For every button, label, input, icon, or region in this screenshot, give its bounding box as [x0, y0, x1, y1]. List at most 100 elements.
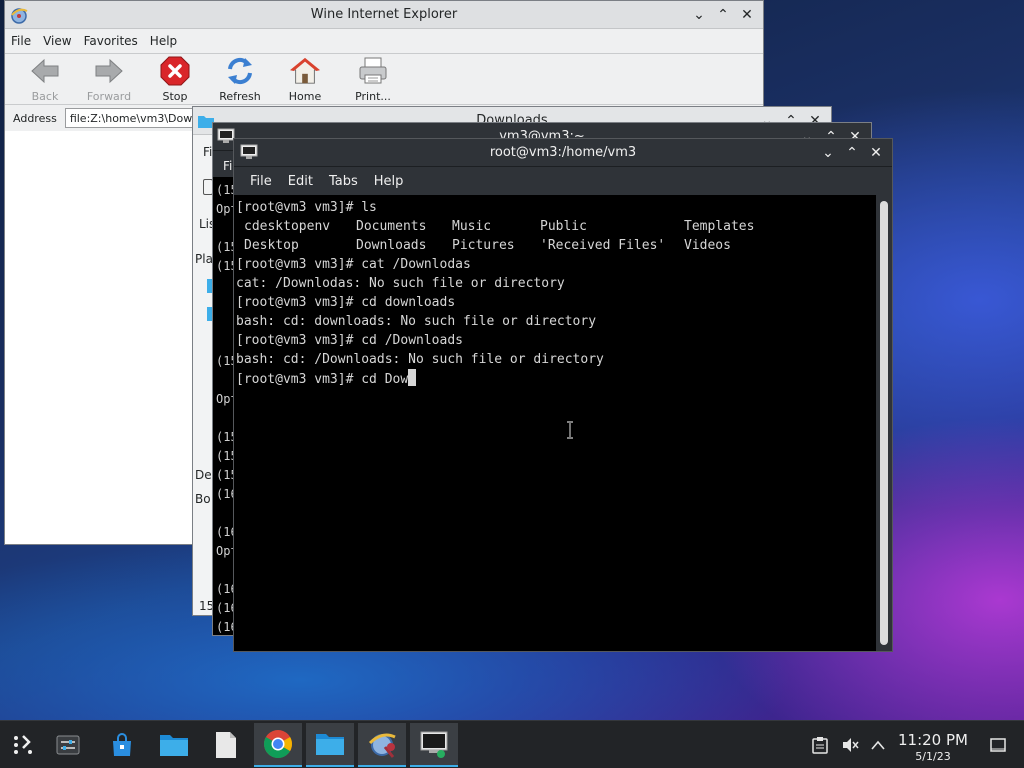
- settings-sliders-icon: [56, 735, 80, 755]
- prompt: [root@vm3 vm3]#: [236, 257, 362, 272]
- terminal-window[interactable]: root@vm3:/home/vm3 ⌄ ⌃ ✕ File Edit Tabs …: [233, 138, 893, 652]
- ie-toolbar: Back Forward Stop Refresh Home Print...: [5, 53, 763, 105]
- downloads-bookmarks-fragment: Bo: [195, 492, 211, 506]
- forward-label: Forward: [86, 90, 132, 103]
- terminal-input-line: [root@vm3 vm3]# cd Dow: [236, 369, 876, 388]
- back-arrow-icon: [31, 58, 59, 84]
- downloads-desktop-fragment[interactable]: De: [195, 468, 212, 482]
- terminal-screen[interactable]: [root@vm3 vm3]# ls cdesktopenv Documents…: [234, 195, 878, 651]
- terminal-menu-help[interactable]: Help: [366, 174, 412, 189]
- task-manager-launcher[interactable]: [44, 723, 92, 767]
- ls-entry: 'Received Files': [540, 238, 666, 253]
- ls-entry: Pictures: [452, 238, 515, 253]
- app-launcher-button[interactable]: [0, 723, 48, 767]
- wine-ie-task[interactable]: [358, 723, 406, 767]
- text-editor-launcher[interactable]: [202, 723, 250, 767]
- terminal-line: [root@vm3 vm3]# cd /Downloads: [236, 331, 876, 350]
- home-button[interactable]: Home: [275, 56, 335, 103]
- chevron-up-icon[interactable]: [868, 735, 888, 755]
- back-button[interactable]: Back: [15, 56, 75, 103]
- terminal-title: root@vm3:/home/vm3: [489, 145, 637, 160]
- stop-icon: [160, 56, 190, 86]
- terminal-menu-file[interactable]: File: [242, 174, 280, 189]
- error-output: bash: cd: /Downloads: No such file or di…: [236, 352, 604, 367]
- terminal-icon: [420, 731, 448, 758]
- refresh-icon: [228, 57, 252, 85]
- clock-time: 11:20 PM: [898, 731, 968, 749]
- prompt: [root@vm3 vm3]#: [236, 200, 362, 215]
- folder-icon: [160, 735, 188, 756]
- discover-launcher[interactable]: [98, 723, 146, 767]
- prompt: [root@vm3 vm3]#: [236, 372, 362, 387]
- current-command-input[interactable]: cd Dow: [361, 372, 408, 387]
- downloads-task[interactable]: [306, 723, 354, 767]
- taskbar: 11:20 PM 5/1/23: [0, 720, 1024, 768]
- downloads-menu-file[interactable]: Fi: [203, 145, 212, 159]
- command-text: cd downloads: [361, 295, 456, 310]
- terminal-menu-edit[interactable]: Edit: [280, 174, 321, 189]
- error-output: bash: cd: downloads: No such file or dir…: [236, 314, 597, 329]
- close-button[interactable]: ✕: [737, 5, 757, 25]
- term2-menu-file[interactable]: Fi: [223, 159, 232, 173]
- prompt: [root@vm3 vm3]#: [236, 333, 362, 348]
- refresh-button[interactable]: Refresh: [210, 56, 270, 103]
- stop-label: Stop: [162, 90, 188, 103]
- address-label: Address: [13, 111, 57, 125]
- desktop: Wine Internet Explorer ⌄ ⌃ ✕ File View F…: [0, 0, 1024, 720]
- ls-entry: Downloads: [356, 238, 427, 253]
- ls-entry: Desktop: [244, 238, 299, 253]
- prompt: [root@vm3 vm3]#: [236, 295, 362, 310]
- ie-titlebar[interactable]: Wine Internet Explorer ⌄ ⌃ ✕: [5, 1, 763, 29]
- forward-arrow-icon: [95, 58, 123, 84]
- terminal-titlebar[interactable]: root@vm3:/home/vm3 ⌄ ⌃ ✕: [234, 139, 892, 167]
- volume-muted-icon[interactable]: [840, 735, 860, 755]
- terminal-close-button[interactable]: ✕: [866, 143, 886, 163]
- wine-ie-icon: [368, 733, 396, 758]
- clipboard-icon[interactable]: [810, 735, 830, 755]
- terminal-scrollbar[interactable]: [876, 195, 892, 651]
- ls-output-row: Desktop Downloads Pictures 'Received Fil…: [236, 236, 876, 255]
- ie-title: Wine Internet Explorer: [310, 7, 458, 22]
- terminal-line: [root@vm3 vm3]# cat /Downlodas: [236, 255, 876, 274]
- store-bag-icon: [113, 733, 131, 756]
- document-icon: [216, 732, 236, 758]
- text-cursor: [408, 369, 417, 386]
- ls-entry: Music: [452, 219, 492, 234]
- command-text: ls: [361, 200, 377, 215]
- home-label: Home: [288, 90, 322, 103]
- ls-entry: Videos: [684, 238, 731, 253]
- ie-menubar: File View Favorites Help: [5, 30, 763, 52]
- command-text: cat /Downlodas: [361, 257, 471, 272]
- terminal-maximize-button[interactable]: ⌃: [842, 143, 862, 163]
- menu-file[interactable]: File: [11, 34, 31, 48]
- printer-icon: [359, 57, 387, 84]
- menu-help[interactable]: Help: [150, 34, 177, 48]
- terminal-line: [root@vm3 vm3]# ls: [236, 198, 876, 217]
- scrollbar-thumb[interactable]: [880, 201, 888, 645]
- terminal-minimize-button[interactable]: ⌄: [818, 143, 838, 163]
- folder-icon: [316, 734, 344, 755]
- minimize-button[interactable]: ⌄: [689, 5, 709, 25]
- clock-date: 5/1/23: [915, 750, 951, 763]
- ls-entry: Documents: [356, 219, 427, 234]
- menu-favorites[interactable]: Favorites: [84, 34, 138, 48]
- forward-button[interactable]: Forward: [79, 56, 139, 103]
- ibeam-cursor-icon: [567, 421, 573, 439]
- terminal-task[interactable]: [410, 723, 458, 767]
- ls-entry: Templates: [684, 219, 755, 234]
- ls-output-row: cdesktopenv Documents Music Public Templ…: [236, 217, 876, 236]
- print-button[interactable]: Print...: [343, 56, 403, 103]
- terminal-menubar: File Edit Tabs Help: [234, 167, 892, 195]
- ls-entry: cdesktopenv: [244, 219, 331, 234]
- menu-view[interactable]: View: [43, 34, 71, 48]
- ls-entry: Public: [540, 219, 587, 234]
- file-manager-launcher[interactable]: [150, 723, 198, 767]
- maximize-button[interactable]: ⌃: [713, 5, 733, 25]
- clock[interactable]: 11:20 PM 5/1/23: [888, 731, 978, 763]
- stop-button[interactable]: Stop: [145, 56, 205, 103]
- terminal-line: [root@vm3 vm3]# cd downloads: [236, 293, 876, 312]
- terminal-menu-tabs[interactable]: Tabs: [321, 174, 366, 189]
- show-desktop-icon[interactable]: [988, 735, 1008, 755]
- error-output: cat: /Downlodas: No such file or directo…: [236, 276, 565, 291]
- chrome-task[interactable]: [254, 723, 302, 767]
